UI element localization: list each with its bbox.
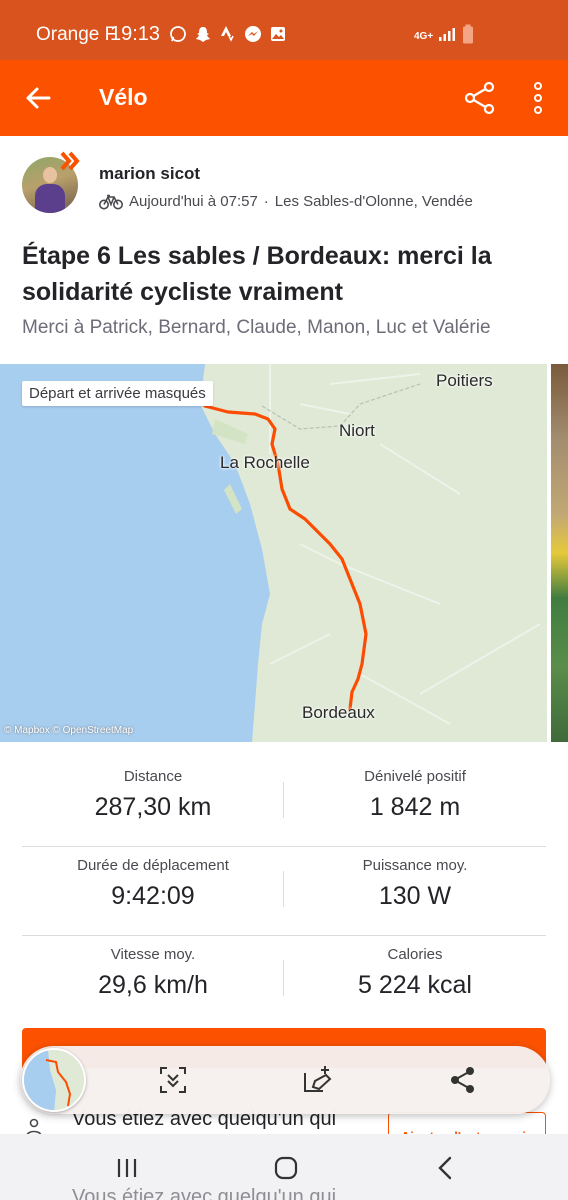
gallery-icon <box>268 24 287 43</box>
activity-meta: Aujourd'hui à 07:57 · Les Sables-d'Olonn… <box>99 193 473 210</box>
stats-grid: Distance 287,30 km Dénivelé positif 1 84… <box>22 758 546 1025</box>
stat-value: 287,30 km <box>94 793 212 821</box>
strava-icon <box>218 24 237 43</box>
carrier-label: Orange F <box>36 24 117 45</box>
stat-value: 9:42:09 <box>111 882 195 910</box>
map-label-bordeaux: Bordeaux <box>302 703 375 722</box>
map-label-la-rochelle: La Rochelle <box>220 453 310 472</box>
bike-icon <box>99 194 123 210</box>
back-nav-icon[interactable] <box>428 1152 462 1184</box>
stats-row: Durée de déplacement 9:42:09 Puissance m… <box>22 847 546 936</box>
more-options-icon[interactable] <box>528 80 548 116</box>
map-attribution[interactable]: © Mapbox © OpenStreetMap <box>4 725 133 736</box>
stat-label: Vitesse moy. <box>110 946 196 963</box>
signal-icon <box>438 26 456 47</box>
back-arrow-icon[interactable] <box>22 82 54 114</box>
stat-label: Durée de déplacement <box>77 857 229 874</box>
meta-separator: · <box>263 193 269 210</box>
stat-distance: Distance 287,30 km <box>22 758 284 822</box>
athlete-name[interactable]: marion sicot <box>99 164 200 184</box>
stats-row: Vitesse moy. 29,6 km/h Calories 5 224 kc… <box>22 936 546 1025</box>
stat-elevation-gain: Dénivelé positif 1 842 m <box>284 758 546 822</box>
whatsapp-icon <box>168 24 187 43</box>
stat-calories: Calories 5 224 kcal <box>284 936 546 1000</box>
scrolled-content-text: Vous étiez avec quelqu'un qui <box>72 1186 337 1200</box>
activity-timestamp: Aujourd'hui à 07:57 <box>129 193 258 210</box>
page-title: Vélo <box>99 84 148 110</box>
messenger-icon <box>243 24 262 43</box>
edit-screenshot-icon[interactable] <box>300 1062 336 1098</box>
stat-avg-power: Puissance moy. 130 W <box>284 847 546 911</box>
activity-location: Les Sables-d'Olonne, Vendée <box>274 193 473 210</box>
stat-value: 29,6 km/h <box>98 971 208 999</box>
stat-label: Calories <box>387 946 443 963</box>
app-bar: Vélo <box>0 60 568 136</box>
stat-moving-time: Durée de déplacement 9:42:09 <box>22 847 284 911</box>
share-screenshot-icon[interactable] <box>445 1062 481 1098</box>
system-icons: 4G+ <box>414 24 474 49</box>
scroll-capture-icon[interactable] <box>155 1062 191 1098</box>
stat-value: 130 W <box>378 882 452 910</box>
stat-avg-speed: Vitesse moy. 29,6 km/h <box>22 936 284 1000</box>
share-icon[interactable] <box>462 80 498 116</box>
activity-title: Étape 6 Les sables / Bordeaux: merci la … <box>22 242 492 306</box>
activity-description: Merci à Patrick, Bernard, Claude, Manon,… <box>22 317 491 338</box>
map-label-niort: Niort <box>339 421 375 440</box>
activity-photo[interactable] <box>551 364 568 742</box>
stat-label: Dénivelé positif <box>364 768 466 785</box>
route-map[interactable]: Poitiers Niort La Rochelle Bordeaux <box>0 364 547 742</box>
stat-label: Distance <box>123 768 183 785</box>
stat-value: 1 842 m <box>369 793 461 821</box>
map-label-poitiers: Poitiers <box>436 371 493 390</box>
clock: 19:13 <box>110 23 161 45</box>
home-icon[interactable] <box>269 1152 303 1184</box>
subscriber-badge-icon <box>60 151 82 171</box>
status-bar: Orange F 19:13 4G+ <box>0 0 568 60</box>
network-type: 4G+ <box>414 30 434 42</box>
stat-value: 5 224 kcal <box>358 971 472 999</box>
notification-icons <box>168 24 287 43</box>
battery-icon <box>462 24 474 49</box>
privacy-zone-label: Départ et arrivée masqués <box>22 381 213 406</box>
screenshot-thumbnail[interactable] <box>22 1048 86 1112</box>
snapchat-icon <box>193 24 212 43</box>
stat-label: Puissance moy. <box>362 857 468 874</box>
stats-row: Distance 287,30 km Dénivelé positif 1 84… <box>22 758 546 847</box>
recent-apps-icon[interactable] <box>110 1152 144 1184</box>
